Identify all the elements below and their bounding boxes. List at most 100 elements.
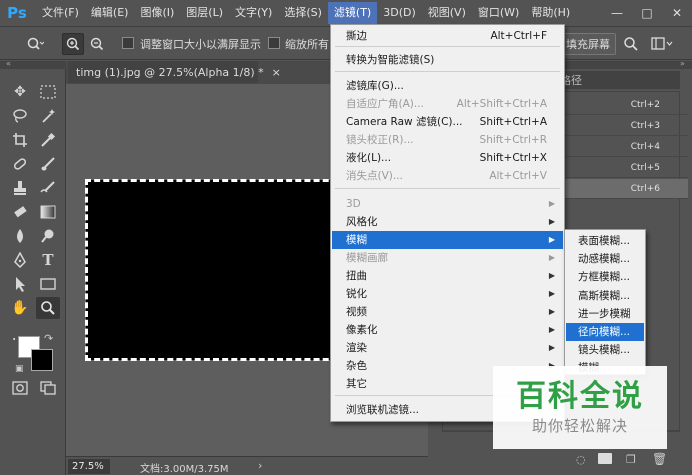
filter-menu-item[interactable]: 扭曲 ▶ bbox=[332, 267, 563, 285]
zoom-tool-preset-icon[interactable] bbox=[20, 33, 50, 55]
filter-menu-item[interactable]: 液化(L)... Shift+Ctrl+X bbox=[332, 149, 563, 167]
photoshop-logo: Ps bbox=[7, 4, 27, 22]
menu-item-shortcut: Alt+Ctrl+V bbox=[489, 170, 547, 182]
submenu-arrow-icon: ▶ bbox=[548, 325, 555, 334]
menu-item-2[interactable]: 图像(I) bbox=[134, 2, 180, 24]
workspace-switcher-icon[interactable] bbox=[648, 33, 676, 55]
zoom-out-icon[interactable] bbox=[86, 33, 108, 55]
zoom-all-checkbox[interactable] bbox=[268, 37, 280, 49]
menu-item-0[interactable]: 文件(F) bbox=[36, 2, 85, 24]
eraser-tool-icon[interactable] bbox=[8, 201, 32, 223]
menu-item-6[interactable]: 滤镜(T) bbox=[327, 2, 378, 24]
fill-screen-button[interactable]: 填充屏幕 bbox=[560, 33, 616, 55]
new-channel-icon[interactable]: ❐ bbox=[626, 453, 636, 466]
menu-item-4[interactable]: 文字(Y) bbox=[229, 2, 278, 24]
move-tool-icon[interactable]: ✥ bbox=[8, 81, 32, 103]
pen-tool-icon[interactable] bbox=[8, 249, 32, 271]
filter-menu-item[interactable]: 模糊 ▶ bbox=[332, 231, 563, 249]
minimize-icon[interactable]: — bbox=[602, 0, 632, 26]
lasso-tool-icon[interactable] bbox=[8, 105, 32, 127]
filter-menu-item[interactable]: 风格化 ▶ bbox=[332, 213, 563, 231]
brush-tool-icon[interactable] bbox=[36, 153, 60, 175]
zoom-in-icon[interactable] bbox=[62, 33, 84, 55]
screen-mode-icon[interactable] bbox=[36, 377, 60, 399]
menu-item-8[interactable]: 视图(V) bbox=[422, 2, 472, 24]
document-image[interactable] bbox=[85, 179, 347, 361]
default-colors-icon[interactable]: ▣ bbox=[15, 364, 24, 374]
channel-row[interactable]: Ctrl+3 bbox=[560, 116, 688, 136]
swap-colors-icon[interactable]: ↷ bbox=[44, 332, 53, 345]
channel-row[interactable]: Ctrl+6 bbox=[560, 179, 688, 199]
history-brush-tool-icon[interactable] bbox=[36, 177, 60, 199]
filter-menu-item[interactable]: 视频 ▶ bbox=[332, 303, 563, 321]
menu-item-label: 滤镜库(G)... bbox=[346, 80, 404, 92]
type-tool-icon[interactable]: T bbox=[36, 249, 60, 271]
filter-menu-item[interactable]: 消失点(V)... Alt+Ctrl+V bbox=[332, 167, 563, 185]
dodge-tool-icon[interactable] bbox=[36, 225, 60, 247]
menu-item-7[interactable]: 3D(D) bbox=[377, 2, 422, 24]
search-icon[interactable] bbox=[620, 33, 642, 55]
eyedropper-tool-icon[interactable] bbox=[36, 129, 60, 151]
rectangle-tool-icon[interactable] bbox=[36, 273, 60, 295]
quick-mask-icon[interactable] bbox=[8, 377, 32, 399]
load-selection-icon[interactable]: ◌ bbox=[576, 453, 586, 466]
magic-wand-tool-icon[interactable] bbox=[36, 105, 60, 127]
filter-menu-item[interactable]: 自适应广角(A)... Alt+Shift+Ctrl+A bbox=[332, 95, 563, 113]
blur-submenu-item[interactable]: 动感模糊... bbox=[566, 250, 644, 268]
close-tab-icon[interactable]: × bbox=[272, 66, 281, 79]
filter-menu-item[interactable]: 渲染 ▶ bbox=[332, 339, 563, 357]
hand-tool-icon[interactable]: ✋ bbox=[8, 297, 32, 319]
status-menu-arrow-icon[interactable]: › bbox=[258, 459, 262, 472]
healing-brush-tool-icon[interactable] bbox=[8, 153, 32, 175]
collapse-arrows-icon[interactable]: « bbox=[6, 59, 11, 68]
close-icon[interactable]: ✕ bbox=[662, 0, 692, 26]
menu-item-label: 像素化 bbox=[346, 324, 378, 336]
crop-tool-icon[interactable] bbox=[8, 129, 32, 151]
blur-submenu-item[interactable]: 径向模糊... bbox=[566, 323, 644, 341]
zoom-all-label: 缩放所有 bbox=[285, 38, 329, 51]
filter-menu: 撕边 Alt+Ctrl+F 转换为智能滤镜(S) 滤镜库(G)... 自适应广角(A).… bbox=[330, 24, 565, 422]
filter-menu-item[interactable]: Camera Raw 滤镜(C)... Shift+Ctrl+A bbox=[332, 113, 563, 131]
blur-submenu-item[interactable]: 表面模糊... bbox=[566, 232, 644, 250]
menu-item-1[interactable]: 编辑(E) bbox=[85, 2, 135, 24]
blur-submenu-item[interactable]: 镜头模糊... bbox=[566, 341, 644, 359]
filter-menu-item[interactable]: 滤镜库(G)... bbox=[332, 77, 563, 95]
zoom-level-field[interactable]: 27.5% bbox=[68, 459, 110, 474]
menu-item-shortcut: Shift+Ctrl+R bbox=[479, 134, 547, 146]
delete-channel-icon[interactable]: 🗑 bbox=[652, 452, 667, 466]
blur-submenu-item[interactable]: 方框模糊... bbox=[566, 268, 644, 286]
filter-menu-item[interactable]: 像素化 ▶ bbox=[332, 321, 563, 339]
menu-item-5[interactable]: 选择(S) bbox=[278, 2, 328, 24]
tools-panel: « ✥ T ✋ … ▣ ↷ bbox=[0, 59, 66, 475]
resize-windows-label: 调整窗口大小以满屏显示 bbox=[140, 38, 261, 51]
blur-submenu-item[interactable]: 进一步模糊 bbox=[566, 305, 644, 323]
menu-item-3[interactable]: 图层(L) bbox=[180, 2, 229, 24]
save-selection-icon[interactable] bbox=[598, 453, 612, 464]
menu-item-shortcut: Shift+Ctrl+X bbox=[479, 152, 547, 164]
marquee-tool-icon[interactable] bbox=[36, 81, 60, 103]
menu-item-10[interactable]: 帮助(H) bbox=[525, 2, 576, 24]
filter-menu-item[interactable]: 镜头校正(R)... Shift+Ctrl+R bbox=[332, 131, 563, 149]
clone-stamp-tool-icon[interactable] bbox=[8, 177, 32, 199]
filter-menu-item[interactable]: 3D ▶ bbox=[332, 195, 563, 213]
channel-row[interactable]: Ctrl+2 bbox=[560, 95, 688, 115]
menu-item-label: 锐化 bbox=[346, 288, 367, 300]
menu-item-9[interactable]: 窗口(W) bbox=[472, 2, 525, 24]
document-tab[interactable]: timg (1).jpg @ 27.5%(Alpha 1/8) * × bbox=[68, 61, 281, 83]
submenu-arrow-icon: ▶ bbox=[548, 217, 555, 226]
filter-menu-item[interactable]: 转换为智能滤镜(S) bbox=[332, 51, 563, 69]
blur-tool-icon[interactable] bbox=[8, 225, 32, 247]
channel-row[interactable]: Ctrl+5 bbox=[560, 158, 688, 178]
filter-menu-item[interactable]: 撕边 Alt+Ctrl+F bbox=[332, 27, 563, 45]
blur-submenu-item[interactable]: 高斯模糊... bbox=[566, 287, 644, 305]
zoom-tool-icon[interactable] bbox=[36, 297, 60, 319]
filter-menu-item[interactable]: 锐化 ▶ bbox=[332, 285, 563, 303]
channel-row[interactable]: Ctrl+4 bbox=[560, 137, 688, 157]
background-color-swatch[interactable] bbox=[31, 349, 53, 371]
filter-menu-item[interactable]: 模糊画廊 ▶ bbox=[332, 249, 563, 267]
maximize-icon[interactable]: □ bbox=[632, 0, 662, 26]
resize-windows-checkbox[interactable] bbox=[122, 37, 134, 49]
gradient-tool-icon[interactable] bbox=[36, 201, 60, 223]
expand-panels-icon[interactable]: » bbox=[680, 59, 685, 68]
path-selection-tool-icon[interactable] bbox=[8, 273, 32, 295]
